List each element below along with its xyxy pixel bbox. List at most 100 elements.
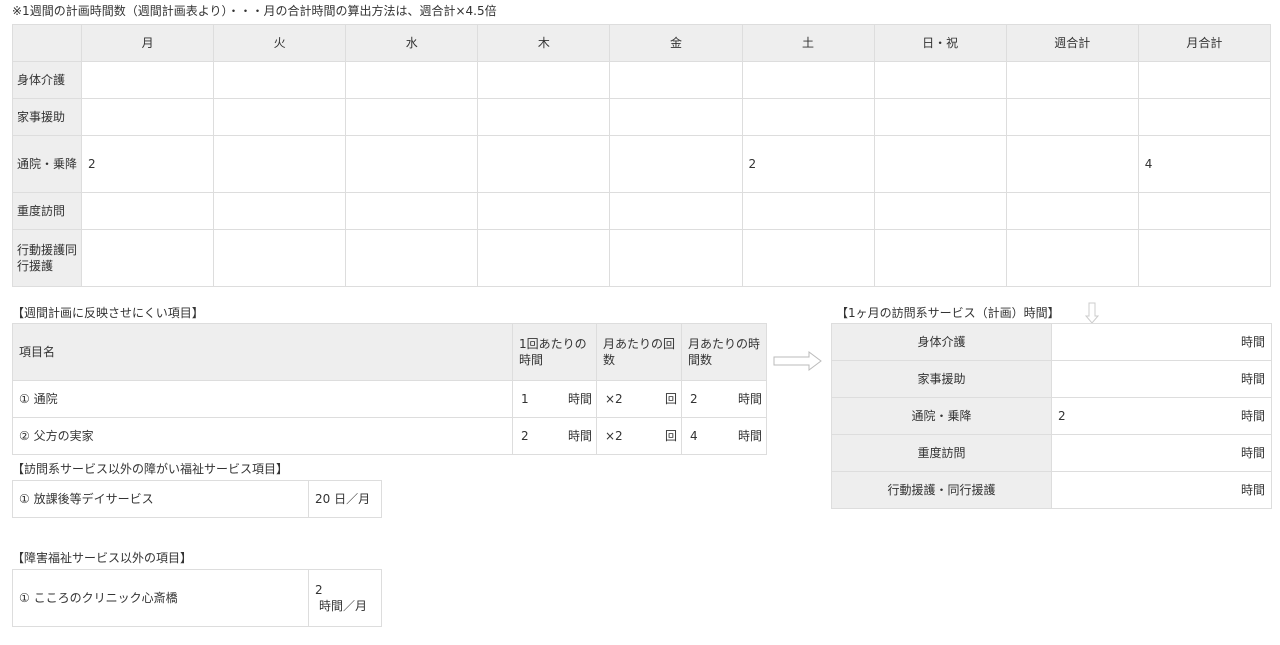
item-total-unit: 時間 <box>737 429 762 443</box>
weekly-cell <box>213 135 347 193</box>
item-name: ① 通院 <box>12 380 513 418</box>
item-per-time-unit: 時間 <box>567 392 592 406</box>
items-header-name: 項目名 <box>12 323 513 381</box>
weekly-header-week-total: 週合計 <box>1005 24 1139 62</box>
weekly-cell <box>1005 98 1139 136</box>
weekly-cell: 2 <box>741 135 875 193</box>
table-row: 重度訪問 <box>11 192 1272 230</box>
item-total: 2 時間 <box>681 380 767 418</box>
item-per-time: 2 時間 <box>512 417 597 455</box>
weekly-cell <box>1137 192 1272 230</box>
weekly-cell <box>345 229 479 287</box>
weekly-cell: 2 <box>81 135 215 193</box>
table-row: ① こころのクリニック心斎橋 2 時間／月 <box>12 569 382 627</box>
item-total-value: 2 <box>690 392 698 406</box>
weekly-cell <box>873 192 1007 230</box>
weekly-cell <box>213 98 347 136</box>
item-per-time: 1 時間 <box>512 380 597 418</box>
weekly-cell <box>1137 229 1272 287</box>
weekly-header-tue: 火 <box>213 24 347 62</box>
weekly-row-label: 行動援護同行援護 <box>11 229 83 287</box>
weekly-cell <box>477 98 611 136</box>
weekly-header-month-total: 月合計 <box>1137 24 1272 62</box>
weekly-cell <box>609 192 743 230</box>
monthly-row-label: 身体介護 <box>831 323 1052 361</box>
weekly-cell <box>345 98 479 136</box>
weekly-cell <box>873 135 1007 193</box>
table-row: ① 通院 1 時間 ×2 回 2 時間 <box>12 380 767 418</box>
welfare-services-table: ① 放課後等デイサービス 20 日／月 <box>12 480 382 518</box>
weekly-cell <box>873 61 1007 99</box>
weekly-cell <box>741 98 875 136</box>
weekly-cell <box>873 229 1007 287</box>
weekly-plan-table: 月 火 水 木 金 土 日・祝 週合計 月合計 身体介護 家事援助 通院・乗降 2 2 4… <box>11 24 1272 287</box>
monthly-row-label: 重度訪問 <box>831 434 1052 472</box>
table-row: ① 放課後等デイサービス 20 日／月 <box>12 480 382 518</box>
weekly-cell <box>1005 61 1139 99</box>
weekly-cell: 4 <box>1137 135 1272 193</box>
weekly-cell <box>213 229 347 287</box>
weekly-row-label: 通院・乗降 <box>11 135 83 193</box>
item-name: ② 父方の実家 <box>12 417 513 455</box>
weekly-header-thu: 木 <box>477 24 611 62</box>
weekly-cell <box>477 61 611 99</box>
weekly-header-blank <box>11 24 83 62</box>
weekly-cell <box>741 229 875 287</box>
table-row: 身体介護 時間 <box>831 323 1272 361</box>
monthly-row-label: 通院・乗降 <box>831 397 1052 435</box>
item-count-unit: 回 <box>664 392 677 406</box>
monthly-row-unit: 時間 <box>1240 335 1265 349</box>
table-row: ② 父方の実家 2 時間 ×2 回 4 時間 <box>12 417 767 455</box>
items-header-total: 月あたりの時間数 <box>681 323 767 381</box>
weekly-cell <box>81 192 215 230</box>
monthly-row-unit: 時間 <box>1240 446 1265 460</box>
weekly-cell <box>741 61 875 99</box>
item-per-time-value: 2 <box>521 429 529 443</box>
table-row: 行動援護・同行援護 時間 <box>831 471 1272 509</box>
calculation-note: ※1週間の計画時間数（週間計画表より）・・・月の合計時間の算出方法は、週合計×4… <box>12 4 497 18</box>
monthly-visit-hours-table: 身体介護 時間 家事援助 時間 通院・乗降 2 時間 重度訪問 時間 行動援護・同行援護 時間 <box>831 323 1272 509</box>
weekly-cell <box>609 229 743 287</box>
weekly-cell <box>1005 135 1139 193</box>
item-total: 4 時間 <box>681 417 767 455</box>
weekly-cell <box>81 229 215 287</box>
other-item-name: ① こころのクリニック心斎橋 <box>12 569 309 627</box>
monthly-row-value: 時間 <box>1051 471 1272 509</box>
weekly-cell <box>1005 229 1139 287</box>
other-section-title: 【障害福祉サービス以外の項目】 <box>12 551 193 565</box>
arrow-right-icon <box>773 351 822 371</box>
weekly-cell <box>81 98 215 136</box>
weekly-header-mon: 月 <box>81 24 215 62</box>
item-count: ×2 回 <box>596 417 682 455</box>
monthly-row-label: 家事援助 <box>831 360 1052 398</box>
items-header-row: 項目名 1回あたりの時間 月あたりの回数 月あたりの時間数 <box>12 323 767 381</box>
welfare-item-value: 20 日／月 <box>308 480 382 518</box>
weekly-cell <box>1137 98 1272 136</box>
welfare-section-title: 【訪問系サービス以外の障がい福祉サービス項目】 <box>12 462 289 476</box>
item-count-value: ×2 <box>605 392 623 406</box>
monthly-row-number: 2 <box>1058 409 1066 423</box>
item-per-time-value: 1 <box>521 392 529 406</box>
weekly-cell <box>345 192 479 230</box>
weekly-row-label: 重度訪問 <box>11 192 83 230</box>
table-row: 家事援助 <box>11 98 1272 136</box>
weekly-header-sat: 土 <box>741 24 875 62</box>
weekly-row-label: 家事援助 <box>11 98 83 136</box>
weekly-cell <box>741 192 875 230</box>
weekly-cell <box>477 229 611 287</box>
weekly-cell <box>1005 192 1139 230</box>
weekly-cell <box>609 61 743 99</box>
weekly-header-wed: 水 <box>345 24 479 62</box>
table-row: 身体介護 <box>11 61 1272 99</box>
weekly-cell <box>477 135 611 193</box>
weekly-header-row: 月 火 水 木 金 土 日・祝 週合計 月合計 <box>11 24 1272 62</box>
item-count-value: ×2 <box>605 429 623 443</box>
arrow-down-icon <box>1085 302 1099 324</box>
weekly-header-fri: 金 <box>609 24 743 62</box>
monthly-row-label: 行動援護・同行援護 <box>831 471 1052 509</box>
other-items-table: ① こころのクリニック心斎橋 2 時間／月 <box>12 569 382 627</box>
weekly-header-sun-holiday: 日・祝 <box>873 24 1007 62</box>
weekly-cell <box>81 61 215 99</box>
table-row: 行動援護同行援護 <box>11 229 1272 287</box>
monthly-row-unit: 時間 <box>1240 483 1265 497</box>
